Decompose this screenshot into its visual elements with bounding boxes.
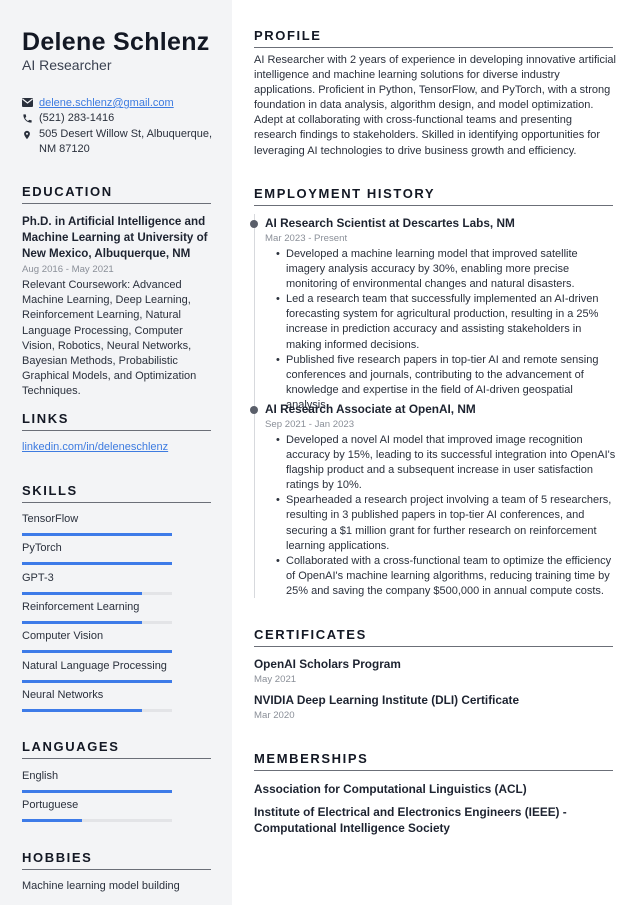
- job-title: AI Research Scientist at Descartes Labs,…: [265, 216, 515, 230]
- certificate-date: May 2021: [254, 674, 297, 685]
- education-title: Ph.D. in Artificial Intelligence and Mac…: [22, 215, 208, 260]
- contact-email-row: delene.schlenz@gmail.com: [22, 96, 222, 111]
- language-label: Portuguese: [22, 799, 79, 812]
- envelope-icon: [22, 96, 39, 111]
- certificate-title: OpenAI Scholars Program: [254, 657, 401, 671]
- skill-level-bar: [22, 591, 172, 595]
- membership-item: Association for Computational Linguistic…: [254, 782, 527, 796]
- skill-level-bar: [22, 679, 172, 683]
- email-link[interactable]: delene.schlenz@gmail.com: [39, 96, 174, 111]
- hobbies-heading: HOBBIES: [22, 850, 211, 870]
- skills-heading: SKILLS: [22, 483, 211, 503]
- language-label: English: [22, 770, 59, 782]
- skill-level-bar: [22, 533, 172, 536]
- skill-level-bar: [22, 650, 172, 654]
- skill-item: Reinforcement Learning: [22, 600, 172, 624]
- links-heading: LINKS: [22, 411, 211, 431]
- job-date: Sep 2021 - Jan 2023: [265, 419, 355, 430]
- profile-text: AI Researcher with 2 years of experience…: [254, 54, 616, 157]
- skill-item: GPT-3: [22, 571, 172, 595]
- skill-label: PyTorch: [22, 542, 62, 555]
- timeline-dot: [250, 406, 258, 414]
- skill-label: Reinforcement Learning: [22, 600, 140, 613]
- language-level-fill: [22, 819, 82, 823]
- job-bullet: Developed a novel AI model that improved…: [276, 433, 616, 493]
- membership-item: Institute of Electrical and Electronics …: [254, 805, 567, 835]
- memberships-heading: MEMBERSHIPS: [254, 751, 613, 771]
- skill-item: Computer Vision: [22, 630, 172, 654]
- skill-level-bar: [22, 708, 172, 712]
- contact-address-row: 505 Desert Willow St, Albuquerque, NM 87…: [22, 127, 222, 157]
- certificate-date: Mar 2020: [254, 710, 295, 721]
- skill-level-fill: [22, 591, 142, 595]
- skill-item: PyTorch: [22, 542, 172, 566]
- skill-label: TensorFlow: [22, 513, 79, 525]
- education-heading: EDUCATION: [22, 184, 211, 204]
- timeline-dot: [250, 220, 258, 228]
- employment-heading: EMPLOYMENT HISTORY: [254, 186, 613, 206]
- certificate-title: NVIDIA Deep Learning Institute (DLI) Cer…: [254, 693, 520, 707]
- skill-label: Computer Vision: [22, 630, 104, 643]
- phone-number: (521) 283-1416: [39, 112, 115, 124]
- job-bullet: Spearheaded a research project involving…: [276, 493, 616, 553]
- skill-level-fill: [22, 679, 172, 683]
- map-pin-icon: [22, 127, 39, 157]
- sidebar: Delene Schlenz AI Researcher delene.schl…: [0, 0, 232, 905]
- phone-icon: [22, 111, 39, 126]
- certificates-heading: CERTIFICATES: [254, 627, 613, 647]
- language-item: Portuguese: [22, 799, 172, 823]
- skill-item: TensorFlow: [22, 513, 172, 536]
- skill-item: Neural Networks: [22, 688, 172, 712]
- skill-level-fill: [22, 708, 142, 712]
- job-bullets: Developed a novel AI model that improved…: [276, 433, 616, 599]
- skill-level-fill: [22, 562, 172, 566]
- language-level-bar: [22, 790, 172, 793]
- skill-label: Natural Language Processing: [22, 659, 167, 672]
- education-description: Relevant Coursework: Advanced Machine Le…: [22, 279, 197, 398]
- skill-level-fill: [22, 620, 142, 624]
- address: 505 Desert Willow St, Albuquerque, NM 87…: [39, 128, 213, 155]
- job-bullet: Led a research team that successfully im…: [276, 292, 616, 352]
- skill-label: GPT-3: [22, 571, 54, 584]
- skill-level-fill: [22, 533, 172, 536]
- candidate-name: Delene Schlenz: [22, 28, 210, 56]
- hobby-item: Machine learning model building: [22, 880, 180, 892]
- linkedin-link[interactable]: linkedin.com/in/deleneschlenz: [22, 441, 168, 453]
- skill-level-bar: [22, 620, 172, 624]
- skill-label: Neural Networks: [22, 688, 104, 701]
- language-level-bar: [22, 819, 172, 823]
- education-date: Aug 2016 - May 2021: [22, 264, 114, 275]
- languages-heading: LANGUAGES: [22, 739, 211, 759]
- language-level-fill: [22, 790, 172, 793]
- job-bullet: Collaborated with a cross-functional tea…: [276, 554, 616, 599]
- contact-phone-row: (521) 283-1416: [22, 111, 222, 126]
- candidate-role: AI Researcher: [22, 57, 112, 73]
- job-title: AI Research Associate at OpenAI, NM: [265, 402, 476, 416]
- job-date: Mar 2023 - Present: [265, 233, 348, 244]
- job-bullet: Developed a machine learning model that …: [276, 247, 616, 292]
- profile-heading: PROFILE: [254, 28, 613, 48]
- job-bullets: Developed a machine learning model that …: [276, 247, 616, 413]
- skill-level-fill: [22, 650, 172, 654]
- skill-level-bar: [22, 562, 172, 566]
- skill-item: Natural Language Processing: [22, 659, 172, 683]
- language-item: English: [22, 770, 172, 793]
